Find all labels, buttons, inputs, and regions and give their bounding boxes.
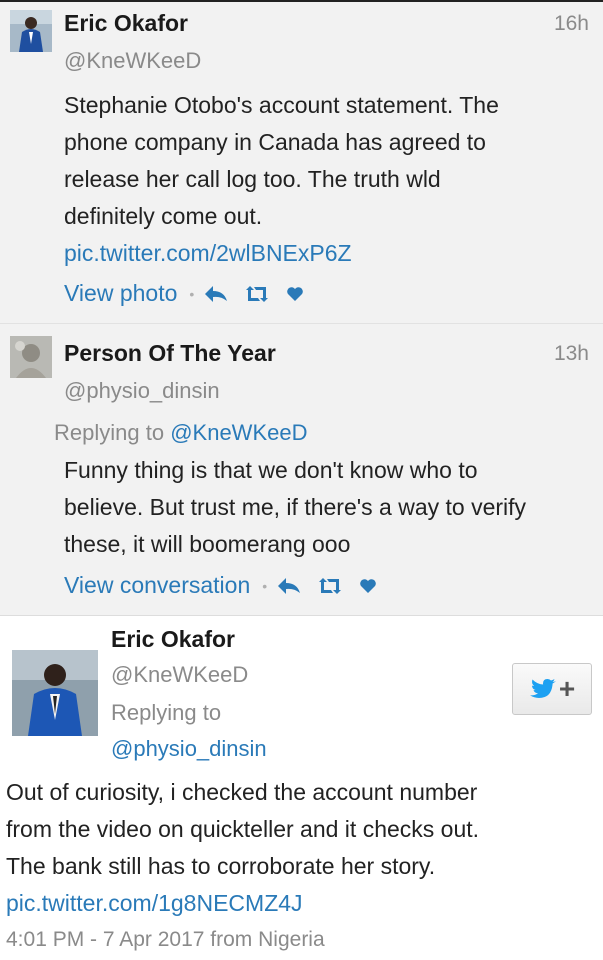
text-line: definitely come out. bbox=[64, 203, 263, 229]
author-handle[interactable]: @physio_dinsin bbox=[64, 378, 220, 404]
like-icon[interactable] bbox=[359, 578, 377, 594]
author-handle[interactable]: @KneWKeeD bbox=[111, 662, 248, 688]
author-name[interactable]: Person Of The Year bbox=[64, 340, 276, 367]
avatar[interactable] bbox=[10, 336, 52, 378]
text-line: The bank still has to corroborate her st… bbox=[6, 853, 436, 879]
tweet-text: Out of curiosity, i checked the account … bbox=[6, 774, 479, 922]
tweet-actions: View photo • bbox=[64, 280, 320, 307]
tweet-text: Funny thing is that we don't know who to… bbox=[64, 452, 526, 563]
author-name[interactable]: Eric Okafor bbox=[64, 10, 188, 37]
tweet-actions: View conversation • bbox=[64, 572, 393, 599]
retweet-icon[interactable] bbox=[317, 577, 343, 595]
text-line: Out of curiosity, i checked the account … bbox=[6, 779, 478, 805]
tweet-card[interactable]: Person Of The Year 13h @physio_dinsin Re… bbox=[0, 324, 603, 616]
like-icon[interactable] bbox=[286, 286, 304, 302]
avatar[interactable] bbox=[12, 650, 98, 736]
replying-prefix: Replying to bbox=[111, 700, 222, 725]
replying-to: Replying to @KneWKeeD bbox=[54, 420, 307, 446]
timestamp[interactable]: 16h bbox=[554, 12, 589, 36]
tweet-metadata[interactable]: 4:01 PM - 7 Apr 2017 from Nigeria bbox=[6, 928, 325, 952]
text-line: from the video on quickteller and it che… bbox=[6, 816, 480, 842]
avatar[interactable] bbox=[10, 10, 52, 52]
text-line: these, it will boomerang ooo bbox=[64, 531, 351, 557]
reply-icon[interactable] bbox=[204, 285, 228, 303]
author-handle[interactable]: @KneWKeeD bbox=[64, 48, 201, 74]
media-link[interactable]: pic.twitter.com/1g8NECMZ4J bbox=[6, 885, 479, 922]
author-name[interactable]: Eric Okafor bbox=[111, 626, 235, 653]
follow-button[interactable]: + bbox=[512, 663, 592, 715]
text-line: believe. But trust me, if there's a way … bbox=[64, 494, 527, 520]
replying-to-handle[interactable]: @KneWKeeD bbox=[170, 420, 307, 445]
tweet-text: Stephanie Otobo's account statement. The… bbox=[64, 87, 499, 272]
separator-dot: • bbox=[262, 577, 268, 594]
text-line: Funny thing is that we don't know who to bbox=[64, 457, 478, 483]
replying-prefix: Replying to bbox=[54, 420, 165, 445]
separator-dot: • bbox=[189, 285, 195, 302]
text-line: phone company in Canada has agreed to bbox=[64, 129, 486, 155]
replying-to-handle[interactable]: @physio_dinsin bbox=[111, 736, 267, 762]
follow-plus: + bbox=[558, 673, 576, 704]
timestamp[interactable]: 13h bbox=[554, 342, 589, 366]
view-conversation-link[interactable]: View conversation bbox=[64, 572, 250, 599]
retweet-icon[interactable] bbox=[244, 285, 270, 303]
twitter-bird-icon bbox=[529, 679, 556, 698]
text-line: release her call log too. The truth wld bbox=[64, 166, 441, 192]
view-photo-link[interactable]: View photo bbox=[64, 280, 177, 307]
media-link[interactable]: pic.twitter.com/2wlBNExP6Z bbox=[64, 235, 499, 272]
reply-icon[interactable] bbox=[277, 577, 301, 595]
tweet-card[interactable]: Eric Okafor 16h @KneWKeeD Stephanie Otob… bbox=[0, 2, 603, 324]
text-line: Stephanie Otobo's account statement. The bbox=[64, 92, 499, 118]
main-tweet: Eric Okafor @KneWKeeD Replying to @physi… bbox=[0, 616, 603, 960]
